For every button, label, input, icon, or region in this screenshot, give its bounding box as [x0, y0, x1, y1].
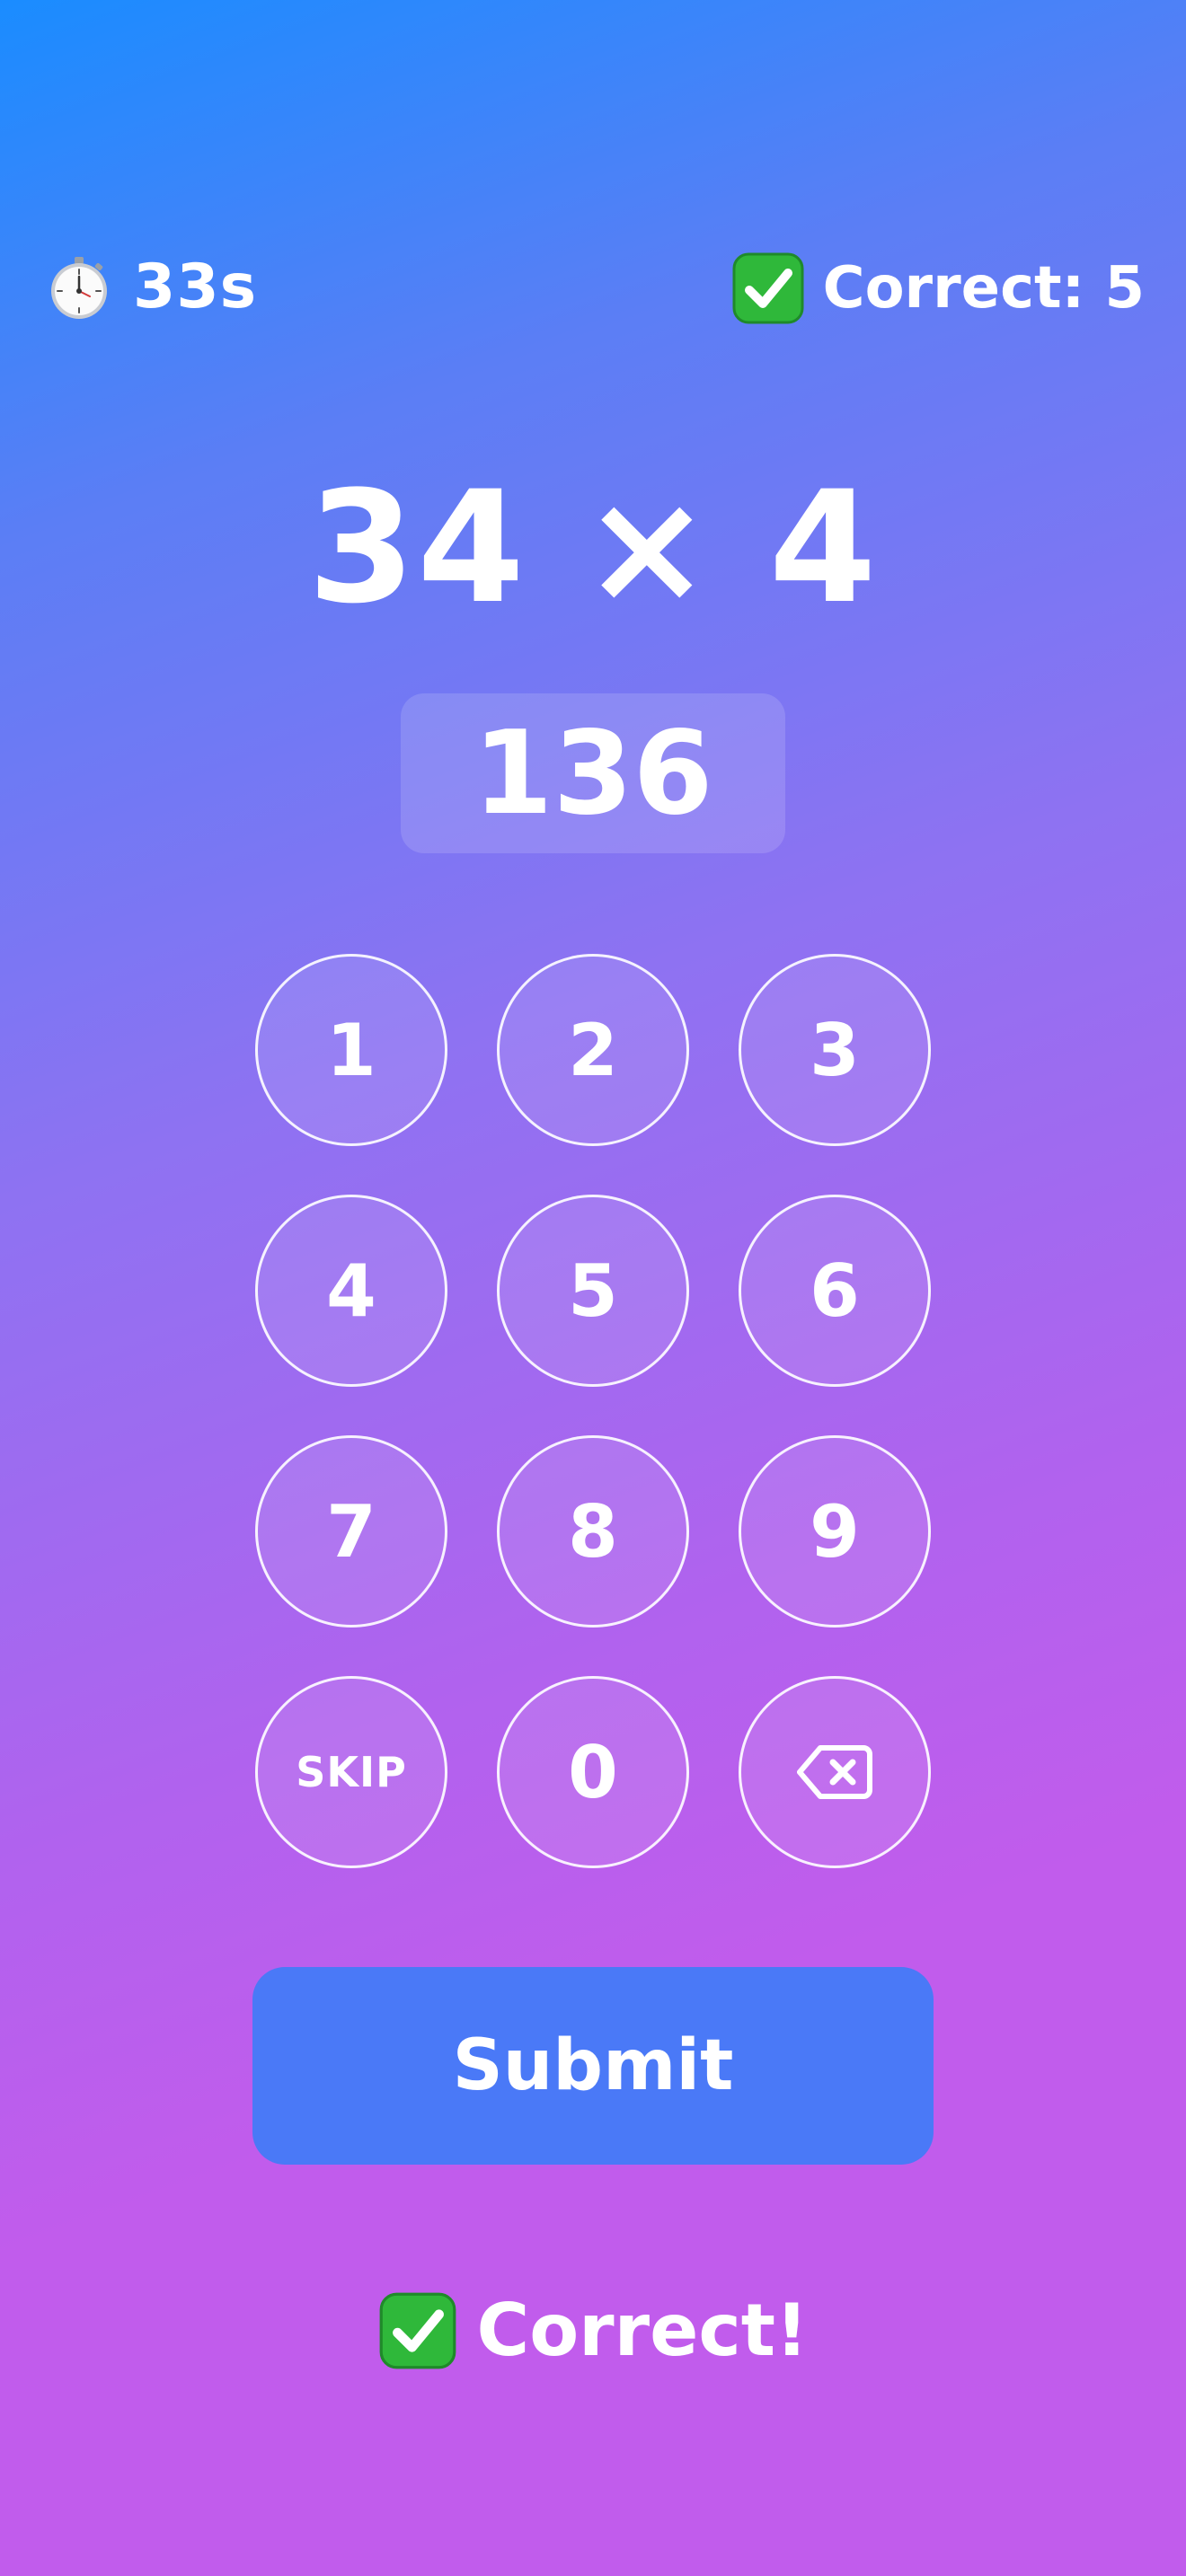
feedback: Correct! [0, 2289, 1186, 2372]
timer-text: 33s [133, 251, 258, 322]
answer-value: 136 [473, 706, 713, 841]
top-bar: 33s Correct: 5 [0, 243, 1186, 332]
backspace-icon [797, 1745, 872, 1799]
key-0[interactable]: 0 [497, 1676, 689, 1868]
skip-button[interactable]: SKIP [255, 1676, 447, 1868]
key-4[interactable]: 4 [255, 1195, 447, 1387]
answer-field[interactable]: 136 [401, 693, 785, 853]
key-3[interactable]: 3 [739, 954, 931, 1146]
check-mark-icon [732, 252, 804, 324]
score: Correct: 5 [731, 251, 1145, 325]
key-9[interactable]: 9 [739, 1435, 931, 1628]
key-6[interactable]: 6 [739, 1195, 931, 1387]
submit-button[interactable]: Submit [252, 1967, 934, 2165]
key-5[interactable]: 5 [497, 1195, 689, 1387]
score-text: Correct: 5 [822, 255, 1145, 322]
key-2[interactable]: 2 [497, 954, 689, 1146]
key-1[interactable]: 1 [255, 954, 447, 1146]
check-mark-icon [379, 2292, 456, 2369]
stopwatch-icon [51, 256, 107, 319]
feedback-text: Correct! [476, 2289, 809, 2372]
key-7[interactable]: 7 [255, 1435, 447, 1628]
problem-text: 34 × 4 [307, 457, 879, 638]
backspace-button[interactable] [739, 1676, 931, 1868]
timer: 33s [45, 251, 257, 322]
key-8[interactable]: 8 [497, 1435, 689, 1628]
keypad: 1 2 3 4 5 6 7 8 9 SKIP 0 [255, 954, 931, 1868]
